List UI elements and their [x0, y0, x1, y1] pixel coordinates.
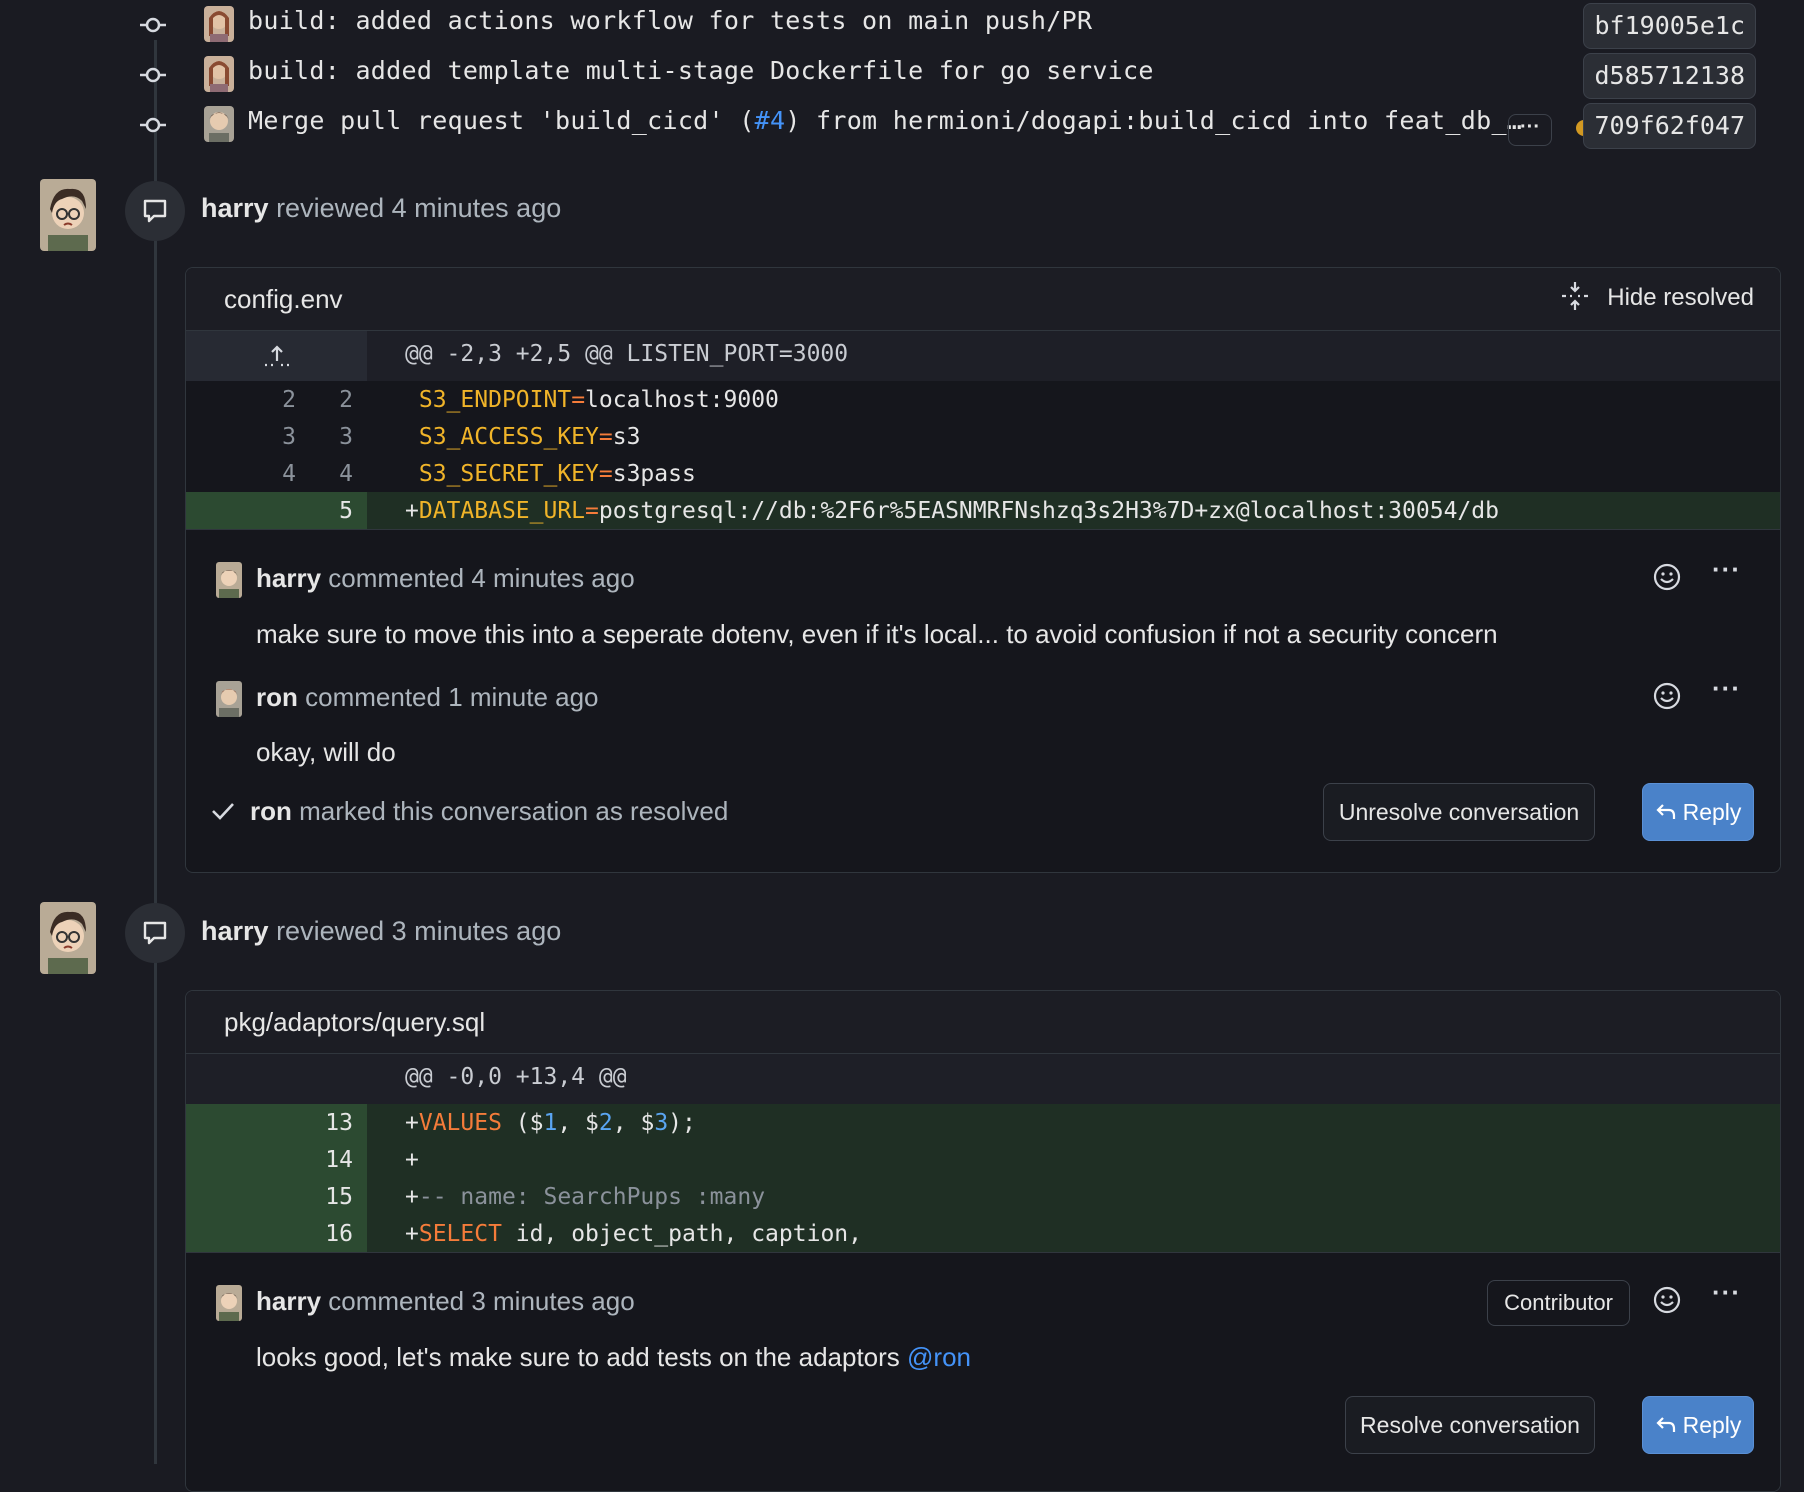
comment-options-button[interactable]: ···: [1712, 675, 1746, 709]
review-thread-card: pkg/adaptors/query.sql @@ -0,0 +13,4 @@ …: [185, 990, 1781, 1492]
comment-icon: [143, 921, 167, 945]
diff-line[interactable]: 44 S3_SECRET_KEY=s3pass: [186, 455, 1780, 492]
add-reaction-icon[interactable]: [1652, 1285, 1682, 1315]
file-name[interactable]: pkg/adaptors/query.sql: [224, 1007, 485, 1038]
comment-options-button[interactable]: ···: [1712, 1279, 1746, 1313]
review-thread-card: config.env Hide resolved @@ -2,3 +2,5 @@…: [185, 267, 1781, 873]
commit-node-icon: [140, 117, 166, 133]
diff-line[interactable]: 22 S3_ENDPOINT=localhost:9000: [186, 381, 1780, 418]
avatar[interactable]: [216, 562, 242, 598]
expand-up-icon: [265, 345, 289, 367]
comment-body: okay, will do: [256, 737, 396, 767]
comment-body: looks good, let's make sure to add tests…: [256, 1342, 971, 1372]
diff-line-added[interactable]: 15 +-- name: SearchPups :many: [186, 1178, 1780, 1215]
review-header: harry reviewed 3 minutes ago: [201, 916, 562, 946]
resolve-conversation-button[interactable]: Resolve conversation: [1345, 1396, 1595, 1454]
diff-line-added[interactable]: 16 +SELECT id, object_path, caption,: [186, 1215, 1780, 1252]
mention-link[interactable]: @ron: [907, 1342, 971, 1372]
collapse-icon: [1562, 282, 1589, 310]
add-reaction-icon[interactable]: [1652, 562, 1682, 592]
hunk-text: @@ -2,3 +2,5 @@ LISTEN_PORT=3000: [405, 341, 849, 367]
avatar[interactable]: [204, 56, 234, 92]
commit-sha[interactable]: d585712138: [1583, 53, 1756, 99]
reply-icon: [1656, 1417, 1675, 1432]
avatar[interactable]: [204, 6, 234, 42]
commit-row: build: added actions workflow for tests …: [130, 0, 1780, 50]
diff-line-added[interactable]: 14 +: [186, 1141, 1780, 1178]
file-header: pkg/adaptors/query.sql: [186, 991, 1780, 1054]
add-reaction-icon[interactable]: [1652, 681, 1682, 711]
contributor-badge: Contributor: [1487, 1280, 1630, 1326]
review-badge: [125, 903, 185, 963]
author-link[interactable]: ron: [250, 796, 292, 826]
check-icon: [212, 803, 234, 820]
reply-icon: [1656, 804, 1675, 819]
diff-hunk-header: @@ -2,3 +2,5 @@ LISTEN_PORT=3000: [186, 331, 1780, 381]
commit-message[interactable]: build: added actions workflow for tests …: [248, 6, 1092, 35]
diff-line-added[interactable]: 5 +DATABASE_URL=postgresql://db:%2F6r%5E…: [186, 492, 1780, 529]
review-header: harry reviewed 4 minutes ago: [201, 193, 562, 223]
comment-body: make sure to move this into a seperate d…: [256, 619, 1498, 649]
hide-resolved-button[interactable]: Hide resolved: [1562, 282, 1754, 312]
pr-link[interactable]: #4: [755, 106, 786, 135]
author-link[interactable]: harry: [256, 1286, 321, 1316]
review-badge: [125, 181, 185, 241]
hunk-text: @@ -0,0 +13,4 @@: [405, 1064, 627, 1090]
commit-row: build: added template multi-stage Docker…: [130, 50, 1780, 100]
expand-message-button[interactable]: ···: [1508, 114, 1552, 146]
file-name[interactable]: config.env: [224, 284, 343, 315]
commit-sha[interactable]: 709f62f047: [1583, 103, 1756, 149]
author-link[interactable]: harry: [256, 563, 321, 593]
commit-node-icon: [140, 67, 166, 83]
diff-line-added[interactable]: 13 +VALUES ($1, $2, $3);: [186, 1104, 1780, 1141]
diff-hunk-header: @@ -0,0 +13,4 @@: [186, 1054, 1780, 1104]
resolved-status: ron marked this conversation as resolved: [210, 796, 728, 827]
diff-line[interactable]: 33 S3_ACCESS_KEY=s3: [186, 418, 1780, 455]
commit-message[interactable]: Merge pull request 'build_cicd' (#4) fro…: [248, 106, 1522, 135]
author-link[interactable]: harry: [201, 193, 269, 223]
avatar[interactable]: [216, 1285, 242, 1321]
reply-button[interactable]: Reply: [1642, 1396, 1754, 1454]
comment-icon: [143, 199, 167, 223]
commit-row: Merge pull request 'build_cicd' (#4) fro…: [130, 100, 1780, 150]
commit-message[interactable]: build: added template multi-stage Docker…: [248, 56, 1154, 85]
timeline-line: [154, 40, 157, 1464]
avatar[interactable]: [40, 179, 96, 251]
author-link[interactable]: harry: [201, 916, 269, 946]
unresolve-conversation-button[interactable]: Unresolve conversation: [1323, 783, 1595, 841]
commit-node-icon: [140, 17, 166, 33]
avatar[interactable]: [40, 902, 96, 974]
commit-sha[interactable]: bf19005e1c: [1583, 3, 1756, 49]
avatar[interactable]: [204, 106, 234, 142]
avatar[interactable]: [216, 681, 242, 717]
comment-options-button[interactable]: ···: [1712, 556, 1746, 590]
expand-up-button[interactable]: [186, 331, 367, 381]
file-header: config.env Hide resolved: [186, 268, 1780, 331]
reply-button[interactable]: Reply: [1642, 783, 1754, 841]
author-link[interactable]: ron: [256, 682, 298, 712]
comment-thread: harry commented 3 minutes ago Contributo…: [186, 1252, 1780, 1491]
comment-thread: harry commented 4 minutes ago ··· make s…: [186, 529, 1780, 867]
